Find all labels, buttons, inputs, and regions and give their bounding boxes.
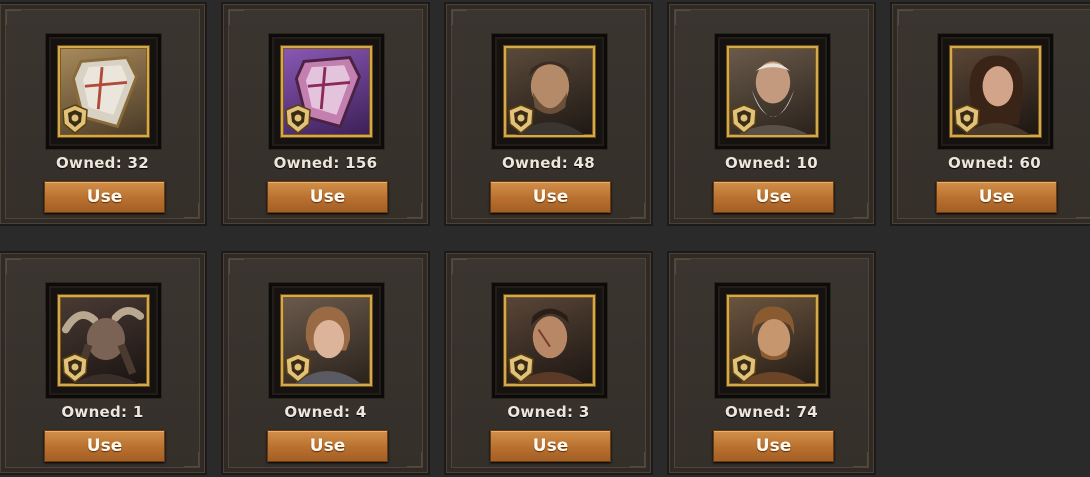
owned-count: Owned: 156 (273, 154, 378, 172)
item-card: Owned: 156 Use (221, 2, 430, 226)
rank-badge-icon (508, 104, 534, 134)
rank-badge-icon (731, 353, 757, 383)
rank-badge-icon (285, 104, 311, 134)
item-frame[interactable] (715, 283, 830, 398)
item-card: Owned: 48 Use (444, 2, 653, 226)
rank-badge-icon (62, 353, 88, 383)
owned-count: Owned: 48 (502, 154, 595, 172)
item-card: Owned: 3 Use (444, 251, 653, 475)
item-grid: Owned: 32 Use Owned: 156 Use Owned: 48 U… (0, 0, 1090, 477)
owned-count: Owned: 32 (56, 154, 149, 172)
item-card: Owned: 10 Use (667, 2, 876, 226)
item-frame[interactable] (492, 283, 607, 398)
item-frame[interactable] (269, 283, 384, 398)
owned-count: Owned: 3 (507, 403, 590, 421)
item-frame[interactable] (938, 34, 1053, 149)
item-card: Owned: 1 Use (0, 251, 207, 475)
use-button[interactable]: Use (44, 181, 165, 213)
item-card: Owned: 74 Use (667, 251, 876, 475)
rank-badge-icon (62, 104, 88, 134)
owned-count: Owned: 4 (284, 403, 367, 421)
owned-count: Owned: 60 (948, 154, 1041, 172)
item-frame[interactable] (46, 283, 161, 398)
use-button[interactable]: Use (936, 181, 1057, 213)
item-frame[interactable] (715, 34, 830, 149)
use-button[interactable]: Use (713, 181, 834, 213)
owned-count: Owned: 1 (61, 403, 144, 421)
rank-badge-icon (508, 353, 534, 383)
item-frame[interactable] (269, 34, 384, 149)
item-card: Owned: 4 Use (221, 251, 430, 475)
item-card: Owned: 32 Use (0, 2, 207, 226)
rank-badge-icon (285, 353, 311, 383)
use-button[interactable]: Use (490, 430, 611, 462)
rank-badge-icon (954, 104, 980, 134)
use-button[interactable]: Use (267, 181, 388, 213)
use-button[interactable]: Use (44, 430, 165, 462)
use-button[interactable]: Use (713, 430, 834, 462)
item-frame[interactable] (46, 34, 161, 149)
use-button[interactable]: Use (490, 181, 611, 213)
item-card: Owned: 60 Use (890, 2, 1090, 226)
owned-count: Owned: 74 (725, 403, 818, 421)
item-frame[interactable] (492, 34, 607, 149)
rank-badge-icon (731, 104, 757, 134)
use-button[interactable]: Use (267, 430, 388, 462)
owned-count: Owned: 10 (725, 154, 818, 172)
